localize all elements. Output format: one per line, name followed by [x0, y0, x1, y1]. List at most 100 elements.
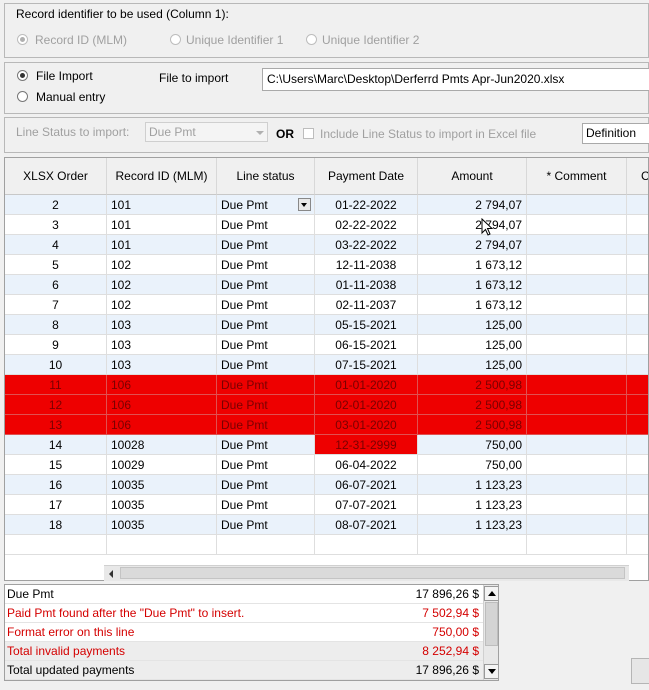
radio-record-id[interactable] [17, 34, 28, 45]
radio-unique-id-2[interactable] [306, 34, 317, 45]
cell-amount[interactable]: 1 673,12 [418, 275, 527, 295]
horizontal-scrollbar[interactable] [104, 565, 629, 581]
cell-status[interactable]: Due Pmt [217, 455, 315, 475]
table-row[interactable]: 9 103 Due Pmt 06-15-2021 125,00 [5, 335, 648, 355]
cell-status[interactable]: Due Pmt [217, 275, 315, 295]
table-row[interactable]: 12 106 Due Pmt 02-01-2020 2 500,98 [5, 395, 648, 415]
cell-empty[interactable] [527, 435, 627, 455]
cell-date[interactable]: 02-11-2037 [315, 295, 418, 315]
cell-empty[interactable] [527, 315, 627, 335]
cell-order[interactable]: 10 [5, 355, 107, 375]
cell-empty[interactable] [627, 355, 648, 375]
table-row[interactable]: 16 10035 Due Pmt 06-07-2021 1 123,23 [5, 475, 648, 495]
action-button[interactable] [631, 658, 649, 684]
table-row[interactable]: 3 101 Due Pmt 02-22-2022 2 794,07 [5, 215, 648, 235]
cell-date[interactable]: 12-11-2038 [315, 255, 418, 275]
cell-empty[interactable] [527, 515, 627, 535]
cell-rid[interactable]: 103 [107, 355, 217, 375]
cell-order[interactable]: 3 [5, 215, 107, 235]
cell-order[interactable]: 15 [5, 455, 107, 475]
cell-order[interactable]: 7 [5, 295, 107, 315]
cell-rid[interactable]: 103 [107, 335, 217, 355]
cell-amount[interactable]: 2 794,07 [418, 195, 527, 215]
cell-order[interactable]: 17 [5, 495, 107, 515]
cell-rid[interactable]: 101 [107, 235, 217, 255]
cell-amount[interactable]: 2 500,98 [418, 395, 527, 415]
table-row[interactable]: 10 103 Due Pmt 07-15-2021 125,00 [5, 355, 648, 375]
cell-status[interactable]: Due Pmt [217, 515, 315, 535]
cell-amount[interactable]: 1 123,23 [418, 475, 527, 495]
cell-date[interactable]: 02-01-2020 [315, 395, 418, 415]
cell-empty[interactable] [627, 295, 648, 315]
line-status-select[interactable]: Due Pmt [145, 122, 268, 142]
cell-empty[interactable] [627, 455, 648, 475]
cell-rid[interactable]: 102 [107, 275, 217, 295]
header-line-status[interactable]: Line status [217, 158, 315, 195]
cell-empty[interactable] [627, 475, 648, 495]
cell-empty[interactable] [627, 315, 648, 335]
cell-empty[interactable] [527, 295, 627, 315]
cell-date[interactable]: 01-11-2038 [315, 275, 418, 295]
cell-rid[interactable]: 106 [107, 375, 217, 395]
chevron-down-icon[interactable] [298, 198, 311, 211]
cell-amount[interactable]: 125,00 [418, 315, 527, 335]
cell-date[interactable]: 07-15-2021 [315, 355, 418, 375]
scroll-down-icon[interactable] [484, 664, 498, 679]
cell-order[interactable]: 5 [5, 255, 107, 275]
cell-amount[interactable]: 1 123,23 [418, 515, 527, 535]
cell-order[interactable]: 16 [5, 475, 107, 495]
scroll-up-icon[interactable] [484, 586, 498, 601]
cell-order[interactable]: 11 [5, 375, 107, 395]
cell-date[interactable]: 06-04-2022 [315, 455, 418, 475]
table-row[interactable]: 14 10028 Due Pmt 12-31-2999 750,00 [5, 435, 648, 455]
cell-status[interactable]: Due Pmt [217, 235, 315, 255]
cell-rid[interactable]: 106 [107, 395, 217, 415]
cell-status[interactable]: Due Pmt [217, 495, 315, 515]
cell-date[interactable]: 03-22-2022 [315, 235, 418, 255]
cell-empty[interactable] [527, 455, 627, 475]
cell-order[interactable]: 8 [5, 315, 107, 335]
table-row[interactable]: 18 10035 Due Pmt 08-07-2021 1 123,23 [5, 515, 648, 535]
header-amount[interactable]: Amount [418, 158, 527, 195]
cell-amount[interactable]: 2 794,07 [418, 215, 527, 235]
cell-amount[interactable]: 2 500,98 [418, 415, 527, 435]
radio-manual-entry[interactable] [17, 91, 28, 102]
cell-empty[interactable] [627, 275, 648, 295]
cell-amount[interactable]: 750,00 [418, 455, 527, 475]
table-row[interactable]: 17 10035 Due Pmt 07-07-2021 1 123,23 [5, 495, 648, 515]
table-row[interactable]: 7 102 Due Pmt 02-11-2037 1 673,12 [5, 295, 648, 315]
cell-empty[interactable] [527, 275, 627, 295]
header-xlsx-order[interactable]: XLSX Order [5, 158, 107, 195]
cell-status[interactable]: Due Pmt [217, 475, 315, 495]
cell-order[interactable]: 9 [5, 335, 107, 355]
cell-empty[interactable] [627, 335, 648, 355]
cell-rid[interactable]: 101 [107, 195, 217, 215]
cell-status[interactable]: Due Pmt [217, 255, 315, 275]
cell-rid[interactable]: 10035 [107, 515, 217, 535]
scroll-left-icon[interactable] [104, 566, 120, 581]
cell-amount[interactable]: 2 500,98 [418, 375, 527, 395]
cell-status[interactable]: Due Pmt [217, 215, 315, 235]
table-row[interactable]: 15 10029 Due Pmt 06-04-2022 750,00 [5, 455, 648, 475]
cell-status[interactable]: Due Pmt [217, 435, 315, 455]
cell-date[interactable]: 12-31-2999 [315, 435, 418, 455]
cell-empty[interactable] [627, 515, 648, 535]
cell-empty[interactable] [627, 195, 648, 215]
cell-rid[interactable]: 10029 [107, 455, 217, 475]
cell-empty[interactable] [527, 255, 627, 275]
cell-amount[interactable]: 1 673,12 [418, 295, 527, 315]
include-line-status-checkbox[interactable] [303, 128, 314, 139]
cell-rid[interactable]: 103 [107, 315, 217, 335]
cell-date[interactable]: 05-15-2021 [315, 315, 418, 335]
cell-status[interactable]: Due Pmt [217, 195, 315, 215]
scroll-thumb[interactable] [485, 602, 498, 646]
cell-empty[interactable] [627, 255, 648, 275]
cell-empty[interactable] [627, 375, 648, 395]
cell-status[interactable]: Due Pmt [217, 335, 315, 355]
cell-date[interactable]: 01-01-2020 [315, 375, 418, 395]
header-payment-date[interactable]: Payment Date [315, 158, 418, 195]
cell-status[interactable]: Due Pmt [217, 315, 315, 335]
cell-status[interactable]: Due Pmt [217, 295, 315, 315]
cell-empty[interactable] [527, 415, 627, 435]
cell-order[interactable]: 13 [5, 415, 107, 435]
